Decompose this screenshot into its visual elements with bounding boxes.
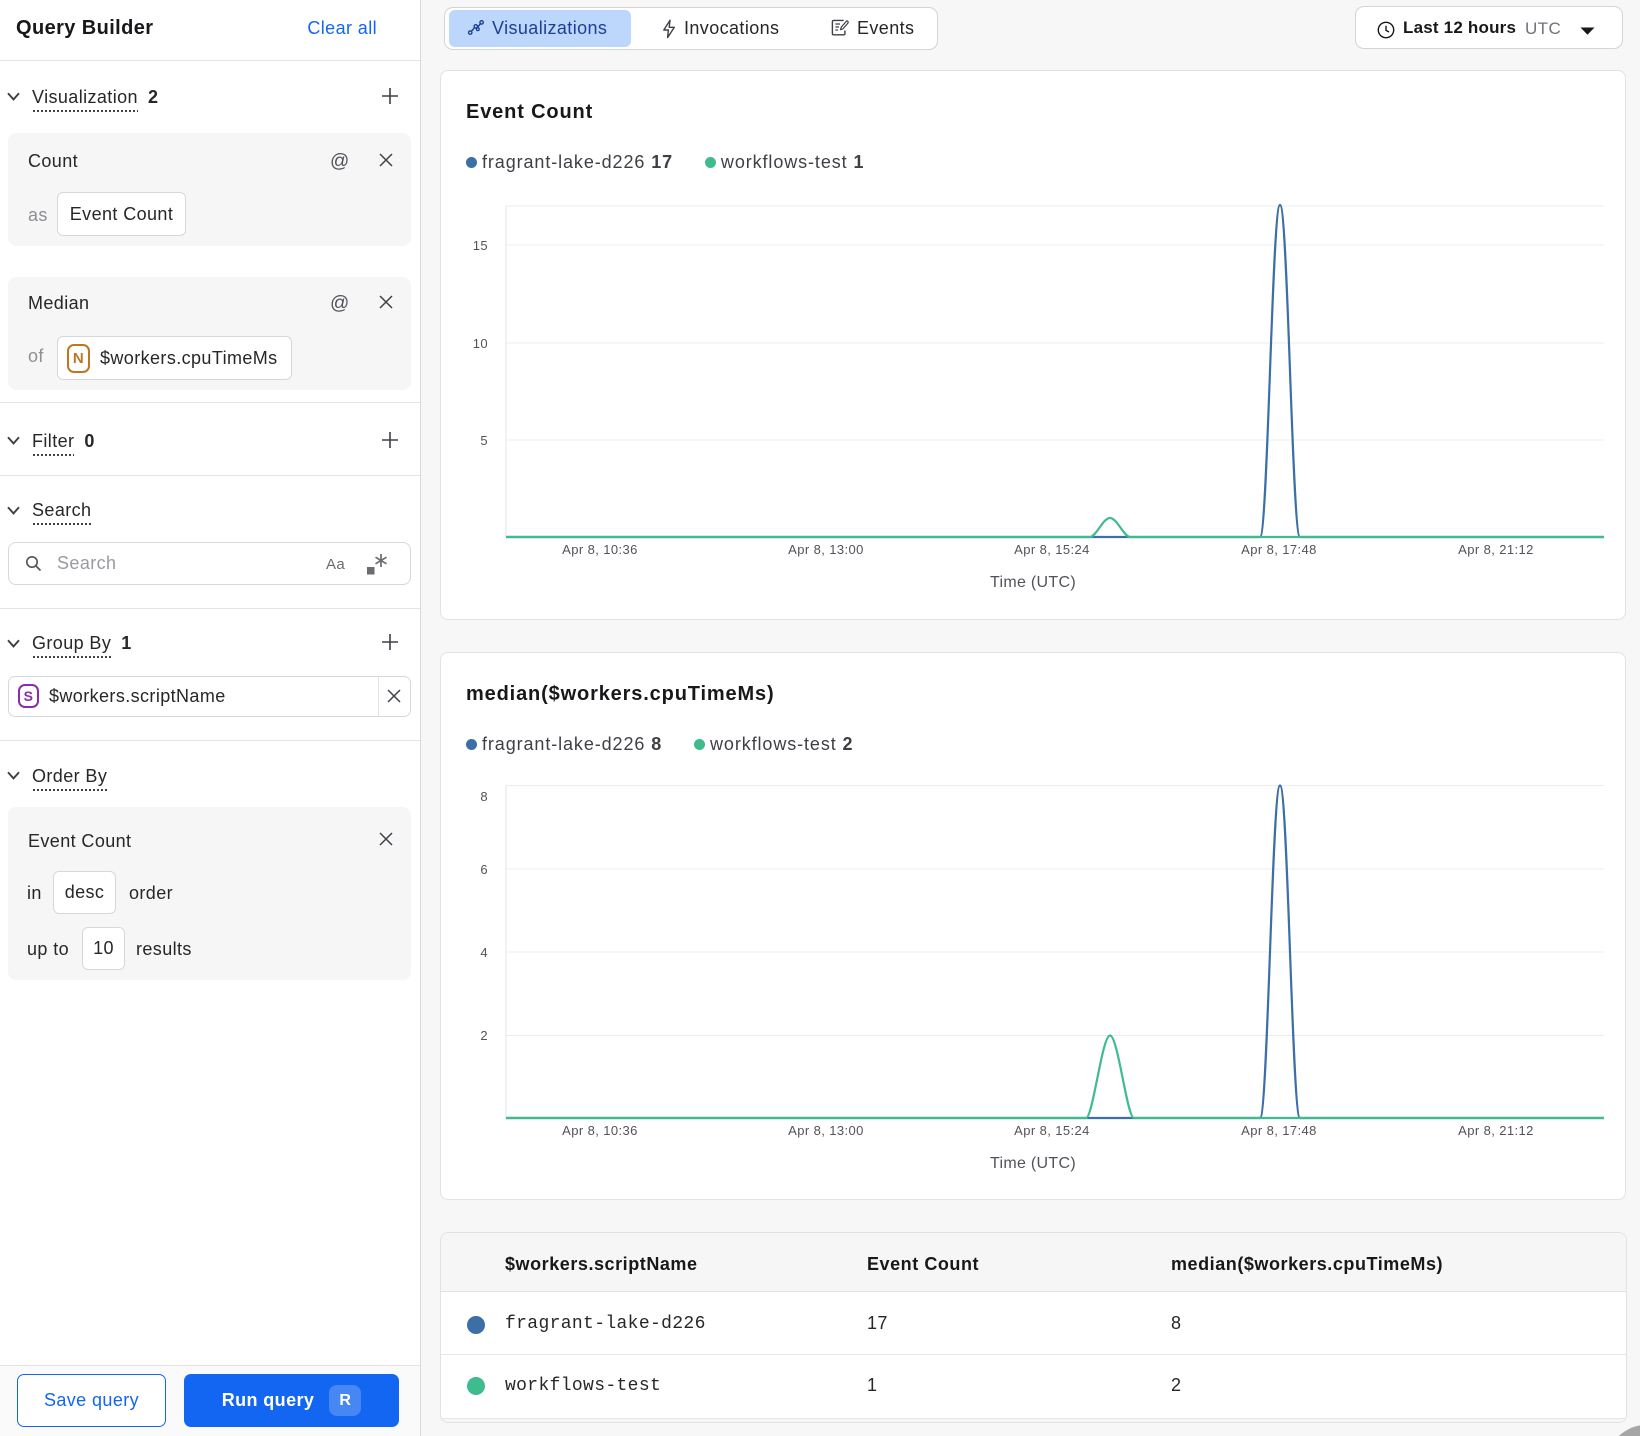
svg-text:Apr 8, 15:24: Apr 8, 15:24 <box>1014 1123 1090 1138</box>
svg-text:Apr 8, 21:12: Apr 8, 21:12 <box>1458 1123 1534 1138</box>
svg-text:5: 5 <box>480 433 488 448</box>
svg-text:4: 4 <box>480 945 488 960</box>
svg-text:Time (UTC): Time (UTC) <box>990 1155 1076 1172</box>
svg-text:2: 2 <box>480 1028 488 1043</box>
svg-text:Apr 8, 21:12: Apr 8, 21:12 <box>1458 542 1534 557</box>
svg-text:Apr 8, 17:48: Apr 8, 17:48 <box>1241 1123 1317 1138</box>
svg-text:15: 15 <box>473 238 488 253</box>
svg-text:8: 8 <box>480 789 488 804</box>
svg-text:Apr 8, 15:24: Apr 8, 15:24 <box>1014 542 1090 557</box>
svg-text:10: 10 <box>473 336 488 351</box>
svg-text:6: 6 <box>480 862 488 877</box>
svg-text:Time (UTC): Time (UTC) <box>990 574 1076 591</box>
svg-text:Apr 8, 13:00: Apr 8, 13:00 <box>788 1123 864 1138</box>
svg-text:Apr 8, 10:36: Apr 8, 10:36 <box>562 1123 638 1138</box>
svg-text:Apr 8, 17:48: Apr 8, 17:48 <box>1241 542 1317 557</box>
svg-text:Apr 8, 10:36: Apr 8, 10:36 <box>562 542 638 557</box>
svg-text:Apr 8, 13:00: Apr 8, 13:00 <box>788 542 864 557</box>
